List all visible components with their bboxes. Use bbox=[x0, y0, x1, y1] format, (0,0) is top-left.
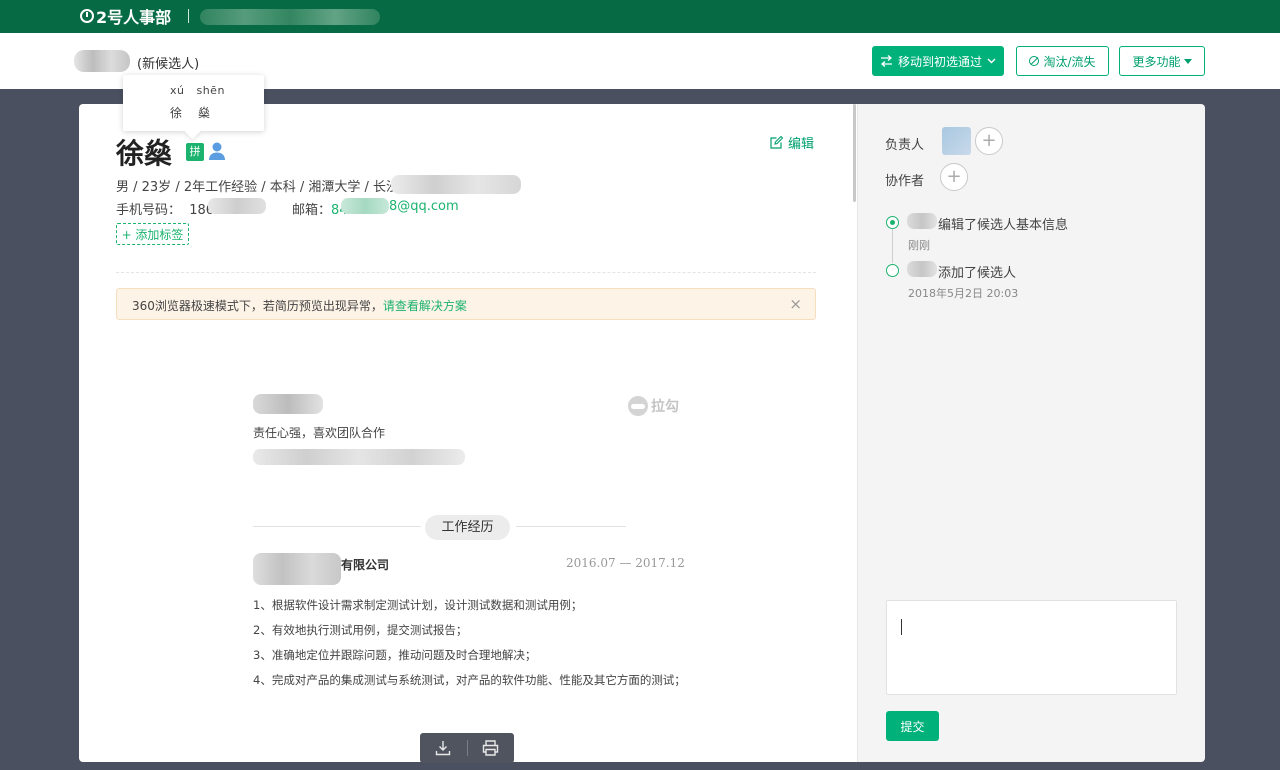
duty-item: 3、准确地定位并跟踪问题，推动问题及时合理地解决； bbox=[253, 648, 537, 662]
edit-icon bbox=[770, 136, 783, 149]
print-icon bbox=[483, 740, 499, 756]
stopwatch-icon bbox=[80, 9, 94, 23]
email-value[interactable]: 8@qq.com bbox=[389, 199, 459, 214]
resume-motto: 责任心强，喜欢团队合作 bbox=[253, 426, 386, 440]
resume-contact-redacted bbox=[253, 449, 465, 465]
timeline-event: 添加了候选人 bbox=[938, 266, 1017, 281]
more-functions-button[interactable]: 更多功能 bbox=[1119, 46, 1205, 76]
print-button[interactable] bbox=[467, 733, 514, 763]
meta-redacted bbox=[391, 175, 521, 194]
close-icon[interactable]: × bbox=[789, 295, 802, 313]
download-button[interactable] bbox=[420, 733, 467, 763]
person-icon[interactable] bbox=[207, 141, 227, 161]
timeline-line bbox=[892, 229, 893, 263]
lagou-logo-icon bbox=[628, 396, 648, 416]
swap-icon bbox=[880, 55, 892, 67]
info-divider bbox=[116, 272, 816, 273]
browser-notice: 360浏览器极速模式下，若简历预览出现异常，请查看解决方案 × bbox=[116, 288, 816, 320]
timeline-user-redacted bbox=[907, 261, 937, 277]
submit-button[interactable]: 提交 bbox=[886, 711, 939, 741]
company-name-redacted bbox=[200, 9, 380, 25]
owner-avatar[interactable] bbox=[942, 127, 971, 155]
company-name: 有限公司 bbox=[341, 558, 390, 572]
lagou-watermark: 拉勾 bbox=[628, 396, 679, 416]
resume-scrollbar[interactable] bbox=[853, 104, 856, 202]
phone-label: 手机号码： 186 bbox=[116, 203, 215, 218]
notice-text: 360浏览器极速模式下，若简历预览出现异常， bbox=[132, 299, 383, 313]
email-redacted bbox=[341, 198, 389, 214]
timeline-user-redacted bbox=[907, 213, 937, 229]
add-collaborator-button[interactable]: + bbox=[940, 163, 968, 191]
pinyin-badge[interactable]: 拼 bbox=[186, 143, 204, 161]
topbar-separator bbox=[188, 9, 189, 23]
chevron-down-icon bbox=[987, 58, 996, 64]
eliminate-button[interactable]: 淘汰/流失 bbox=[1016, 46, 1109, 76]
timeline-dot bbox=[886, 216, 899, 229]
duty-item: 2、有效地执行测试用例，提交测试报告； bbox=[253, 623, 468, 637]
edit-button[interactable]: 编辑 bbox=[770, 133, 814, 152]
duty-item: 4、完成对产品的集成测试与系统测试，对产品的软件功能、性能及其它方面的测试； bbox=[253, 673, 686, 687]
logo-text: 2号人事部 bbox=[96, 8, 172, 27]
duty-item: 1、根据软件设计需求制定测试计划，设计测试数据和测试用例； bbox=[253, 598, 583, 612]
email-label: 邮箱：84 bbox=[292, 203, 348, 218]
timeline-event: 编辑了候选人基本信息 bbox=[938, 218, 1069, 233]
timeline-time: 2018年5月2日 20:03 bbox=[908, 287, 1019, 300]
pinyin-tooltip: xú shēn 徐燊 bbox=[123, 75, 264, 131]
company-redacted bbox=[253, 553, 341, 585]
new-candidate-label: (新候选人) bbox=[137, 57, 200, 72]
top-bar: 2号人事部 bbox=[0, 0, 1280, 33]
owner-label: 负责人 bbox=[885, 138, 925, 153]
add-owner-button[interactable]: + bbox=[975, 127, 1003, 155]
pinyin-hanzi: 徐燊 bbox=[170, 106, 227, 120]
candidate-name-redacted bbox=[74, 50, 130, 72]
download-icon bbox=[436, 741, 451, 756]
pinyin-text: xú shēn bbox=[170, 84, 225, 97]
resume-name-redacted bbox=[253, 394, 323, 414]
ban-icon bbox=[1029, 56, 1040, 66]
move-to-stage-button[interactable]: 移动到初选通过 bbox=[872, 46, 1004, 76]
text-caret bbox=[901, 619, 902, 635]
candidate-meta: 男 / 23岁 / 2年工作经验 / 本科 / 湘潭大学 / 长沙 bbox=[116, 180, 400, 195]
section-title: 工作经历 bbox=[425, 515, 510, 540]
notice-link[interactable]: 请查看解决方案 bbox=[383, 299, 467, 313]
job-date-range: 2016.07 — 2017.12 bbox=[566, 556, 685, 570]
timeline-time: 刚刚 bbox=[908, 239, 930, 252]
add-tag-button[interactable]: + 添加标签 bbox=[116, 223, 189, 245]
timeline-dot bbox=[886, 264, 899, 277]
candidate-name: 徐燊 bbox=[116, 137, 173, 170]
caret-down-icon bbox=[1183, 58, 1192, 64]
comment-input[interactable] bbox=[886, 600, 1177, 695]
section-line-left bbox=[253, 526, 421, 527]
phone-redacted bbox=[208, 198, 266, 214]
app-logo[interactable]: 2号人事部 bbox=[80, 6, 172, 27]
section-line-right bbox=[516, 526, 626, 527]
resume-toolbar bbox=[420, 733, 514, 763]
collaborator-label: 协作者 bbox=[885, 174, 925, 189]
